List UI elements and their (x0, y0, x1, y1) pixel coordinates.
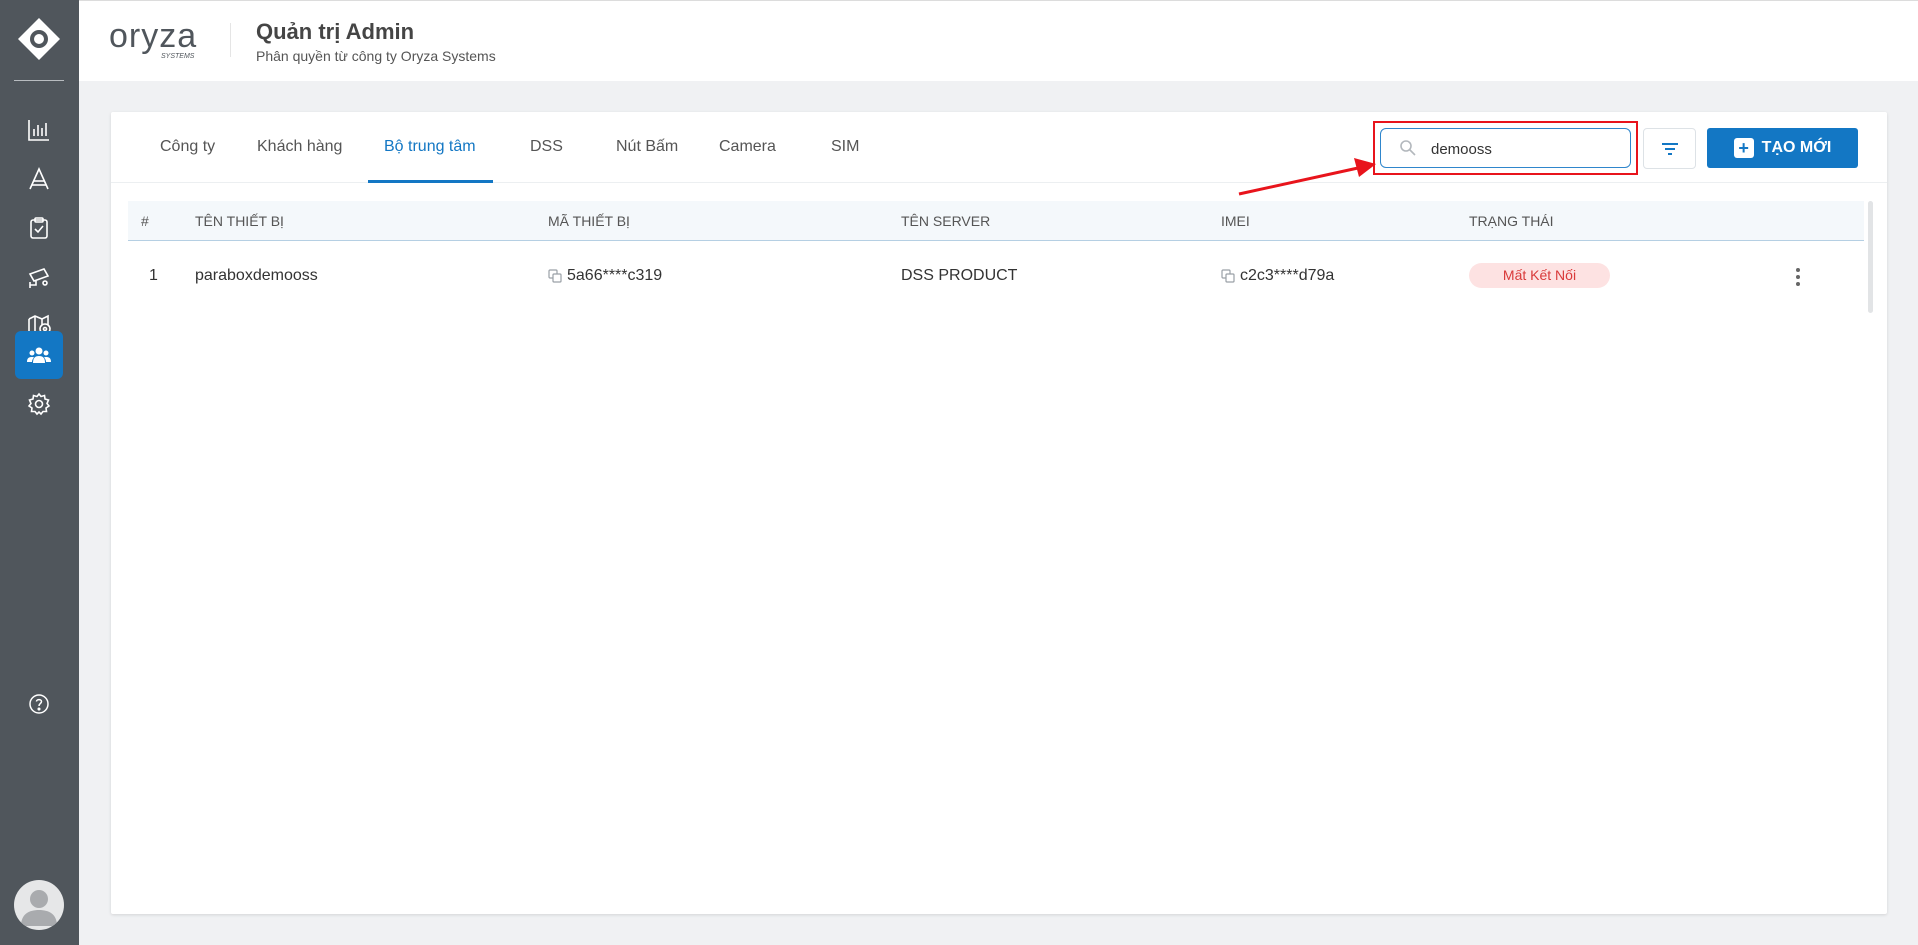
table-row[interactable]: 1 paraboxdemooss 5a66****c319 DSS PRODUC… (128, 241, 1864, 313)
status-badge: Mất Kết Nối (1469, 263, 1610, 288)
bar-chart-icon (28, 120, 49, 141)
tab-cong-ty[interactable]: Công ty (160, 138, 215, 156)
sidebar (0, 0, 79, 945)
row-actions-menu-icon[interactable] (1788, 265, 1808, 289)
clipboard-icon (30, 217, 48, 239)
filter-icon (1661, 142, 1678, 155)
user-avatar-icon (21, 890, 57, 926)
row-index: 1 (149, 267, 158, 284)
svg-text:oryza: oryza (109, 17, 197, 55)
tab-dss[interactable]: DSS (530, 138, 563, 156)
search-input[interactable] (1431, 135, 1621, 163)
plus-icon: + (1733, 138, 1754, 158)
header-divider (230, 23, 231, 57)
column-header-index: # (141, 213, 149, 229)
device-name-cell: paraboxdemooss (195, 267, 318, 284)
filter-button[interactable] (1643, 128, 1696, 169)
sidebar-item-tasks[interactable] (15, 204, 63, 252)
users-icon (27, 347, 51, 363)
tab-camera[interactable]: Camera (719, 138, 776, 156)
copy-icon[interactable] (548, 269, 562, 283)
imei-cell: c2c3****d79a (1221, 267, 1334, 285)
search-icon (1400, 140, 1416, 156)
copy-icon[interactable] (1221, 269, 1235, 283)
top-header: oryza SYSTEMS Quản trị Admin Phân quyền … (79, 0, 1918, 81)
sidebar-item-dashboard[interactable] (15, 106, 63, 154)
avatar[interactable] (14, 880, 64, 930)
help-icon (29, 694, 49, 714)
column-header-status[interactable]: TRẠNG THÁI (1469, 213, 1554, 229)
gear-icon (27, 392, 51, 416)
page-subtitle: Phân quyền từ công ty Oryza Systems (256, 48, 496, 64)
sidebar-item-settings[interactable] (15, 380, 63, 428)
imei-value: c2c3****d79a (1240, 267, 1335, 284)
server-name-cell: DSS PRODUCT (901, 267, 1018, 284)
table-scrollbar[interactable] (1868, 201, 1873, 313)
table-header: # TÊN THIẾT BỊ MÃ THIẾT BỊ TÊN SERVER IM… (128, 201, 1864, 241)
main-card: Công ty Khách hàng Bộ trung tâm DSS Nút … (111, 112, 1887, 914)
device-code-cell: 5a66****c319 (548, 267, 662, 285)
column-header-imei[interactable]: IMEI (1221, 213, 1250, 229)
oryza-logo: oryza SYSTEMS (109, 17, 197, 60)
cctv-camera-icon (28, 268, 50, 288)
search-field[interactable] (1380, 128, 1631, 168)
tab-sim[interactable]: SIM (831, 138, 859, 156)
app-logo-icon[interactable] (16, 16, 62, 62)
svg-text:SYSTEMS: SYSTEMS (161, 53, 195, 60)
create-new-button[interactable]: + TẠO MỚI (1707, 128, 1858, 168)
tab-bo-trung-tam[interactable]: Bộ trung tâm (384, 138, 476, 156)
page-title: Quản trị Admin (256, 19, 415, 44)
column-header-device-code[interactable]: MÃ THIẾT BỊ (548, 213, 630, 229)
tab-nut-bam[interactable]: Nút Bấm (616, 138, 678, 156)
tabs-bar: Công ty Khách hàng Bộ trung tâm DSS Nút … (111, 112, 1887, 196)
device-table: # TÊN THIẾT BỊ MÃ THIẾT BỊ TÊN SERVER IM… (128, 201, 1864, 313)
active-tab-indicator (368, 180, 493, 183)
annotation-arrow-icon (1238, 158, 1376, 196)
sidebar-divider (14, 80, 64, 81)
create-new-label: TẠO MỚI (1761, 139, 1832, 156)
device-code-value: 5a66****c319 (567, 267, 663, 284)
triangle-a-icon (29, 167, 49, 190)
help-button[interactable] (15, 680, 63, 728)
sidebar-item-ai[interactable] (15, 155, 63, 203)
sidebar-item-admin[interactable] (15, 331, 63, 379)
tab-khach-hang[interactable]: Khách hàng (257, 138, 342, 156)
column-header-device-name[interactable]: TÊN THIẾT BỊ (195, 213, 284, 229)
column-header-server-name[interactable]: TÊN SERVER (901, 213, 990, 229)
sidebar-item-camera[interactable] (15, 253, 63, 301)
